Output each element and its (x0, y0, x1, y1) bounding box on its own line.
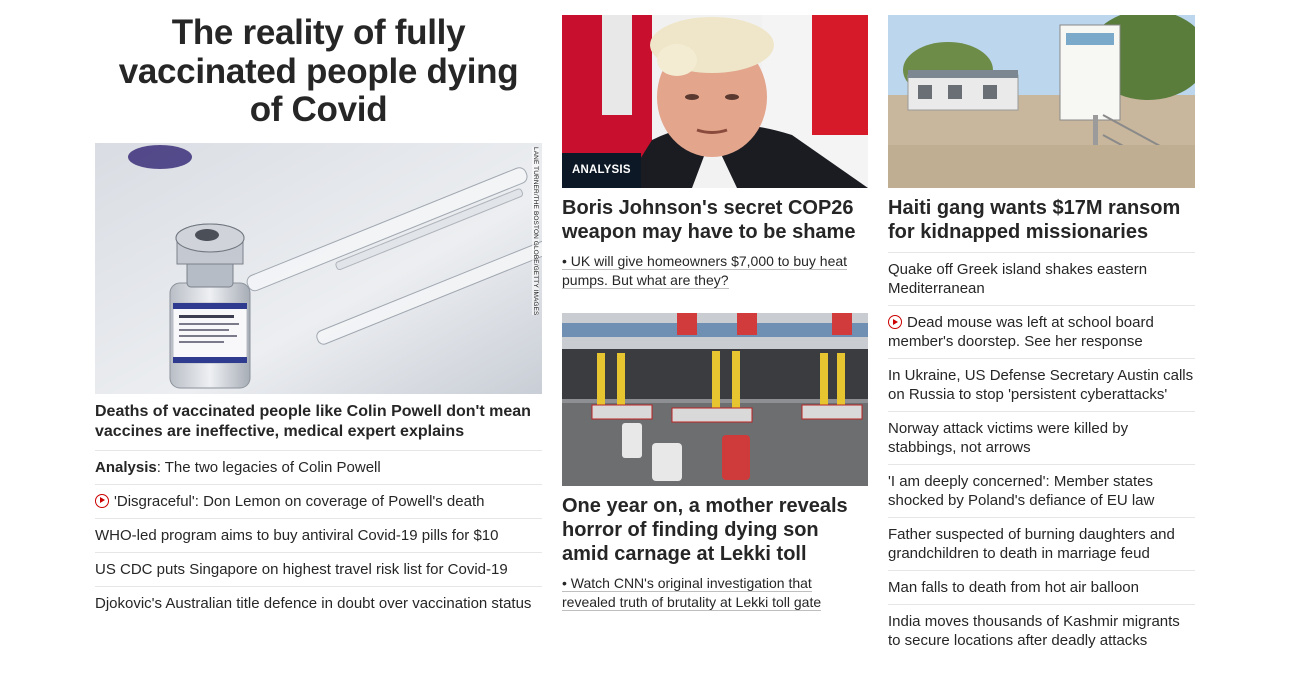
list-item[interactable]: In Ukraine, US Defense Secretary Austin … (888, 358, 1195, 411)
image-credit: LANE TURNER/THE BOSTON GLOBE/GETTY IMAGE… (532, 146, 539, 315)
heat-pump-link[interactable]: • UK will give homeowners $7,000 to buy … (562, 252, 868, 290)
lekki-toll-image[interactable] (562, 313, 868, 486)
list-item[interactable]: 'Disgraceful': Don Lemon on coverage of … (95, 483, 542, 518)
right-column: Haiti gang wants $17M ransom for kidnapp… (888, 0, 1195, 657)
haiti-image[interactable] (888, 15, 1195, 188)
list-item[interactable]: Djokovic's Australian title defence in d… (95, 585, 542, 620)
list-item[interactable]: 'I am deeply concerned': Member states s… (888, 464, 1195, 517)
list-item[interactable]: Man falls to death from hot air balloon (888, 570, 1195, 604)
headline-list: Quake off Greek island shakes eastern Me… (888, 252, 1195, 657)
list-item-text: In Ukraine, US Defense Secretary Austin … (888, 367, 1194, 403)
list-item[interactable]: Norway attack victims were killed by sta… (888, 411, 1195, 464)
lekki-headline[interactable]: One year on, a mother reveals horror of … (562, 494, 868, 566)
lekki-link-text: • Watch CNN's original investigation tha… (562, 575, 822, 611)
list-item-text: Father suspected of burning daughters an… (888, 526, 1175, 562)
list-item-text: US CDC puts Singapore on highest travel … (95, 560, 508, 578)
heat-pump-link-text: • UK will give homeowners $7,000 to buy … (562, 253, 848, 289)
list-item[interactable]: WHO-led program aims to buy antiviral Co… (95, 517, 542, 552)
list-item-text: 'I am deeply concerned': Member states s… (888, 473, 1155, 509)
haiti-headline[interactable]: Haiti gang wants $17M ransom for kidnapp… (888, 196, 1195, 244)
middle-column: ANALYSIS Boris Johnson's secret COP26 we… (562, 0, 868, 612)
analysis-tag: ANALYSIS (562, 153, 641, 188)
list-item[interactable]: Quake off Greek island shakes eastern Me… (888, 252, 1195, 305)
list-item[interactable]: Dead mouse was left at school board memb… (888, 305, 1195, 358)
list-item-text: Man falls to death from hot air balloon (888, 579, 1139, 596)
related-list: Analysis: The two legacies of Colin Powe… (95, 449, 542, 620)
analysis-label: Analysis (95, 458, 157, 476)
lead-story-title[interactable]: The reality of fully vaccinated people d… (95, 13, 542, 130)
list-item[interactable]: India moves thousands of Kashmir migrant… (888, 604, 1195, 657)
boris-johnson-image[interactable]: ANALYSIS (562, 15, 868, 188)
vaccine-headline[interactable]: Deaths of vaccinated people like Colin P… (95, 402, 542, 442)
boris-headline[interactable]: Boris Johnson's secret COP26 weapon may … (562, 196, 868, 244)
list-item[interactable]: US CDC puts Singapore on highest travel … (95, 551, 542, 586)
list-item[interactable]: Father suspected of burning daughters an… (888, 517, 1195, 570)
list-item-text: Dead mouse was left at school board memb… (888, 314, 1154, 350)
list-item-text: Quake off Greek island shakes eastern Me… (888, 261, 1148, 297)
list-item-text: Norway attack victims were killed by sta… (888, 420, 1129, 456)
list-item-text: : The two legacies of Colin Powell (156, 458, 381, 476)
list-item-text: 'Disgraceful': Don Lemon on coverage of … (114, 492, 485, 510)
play-circle-icon (95, 493, 109, 508)
list-item-text: WHO-led program aims to buy antiviral Co… (95, 526, 499, 544)
play-circle-icon (888, 315, 902, 329)
main-story-column: The reality of fully vaccinated people d… (95, 0, 542, 620)
list-item[interactable]: Analysis: The two legacies of Colin Powe… (95, 449, 542, 484)
vaccine-vial-image[interactable]: LANE TURNER/THE BOSTON GLOBE/GETTY IMAGE… (95, 142, 542, 394)
lekki-link[interactable]: • Watch CNN's original investigation tha… (562, 574, 868, 612)
list-item-text: Djokovic's Australian title defence in d… (95, 594, 532, 612)
list-item-text: India moves thousands of Kashmir migrant… (888, 613, 1180, 649)
